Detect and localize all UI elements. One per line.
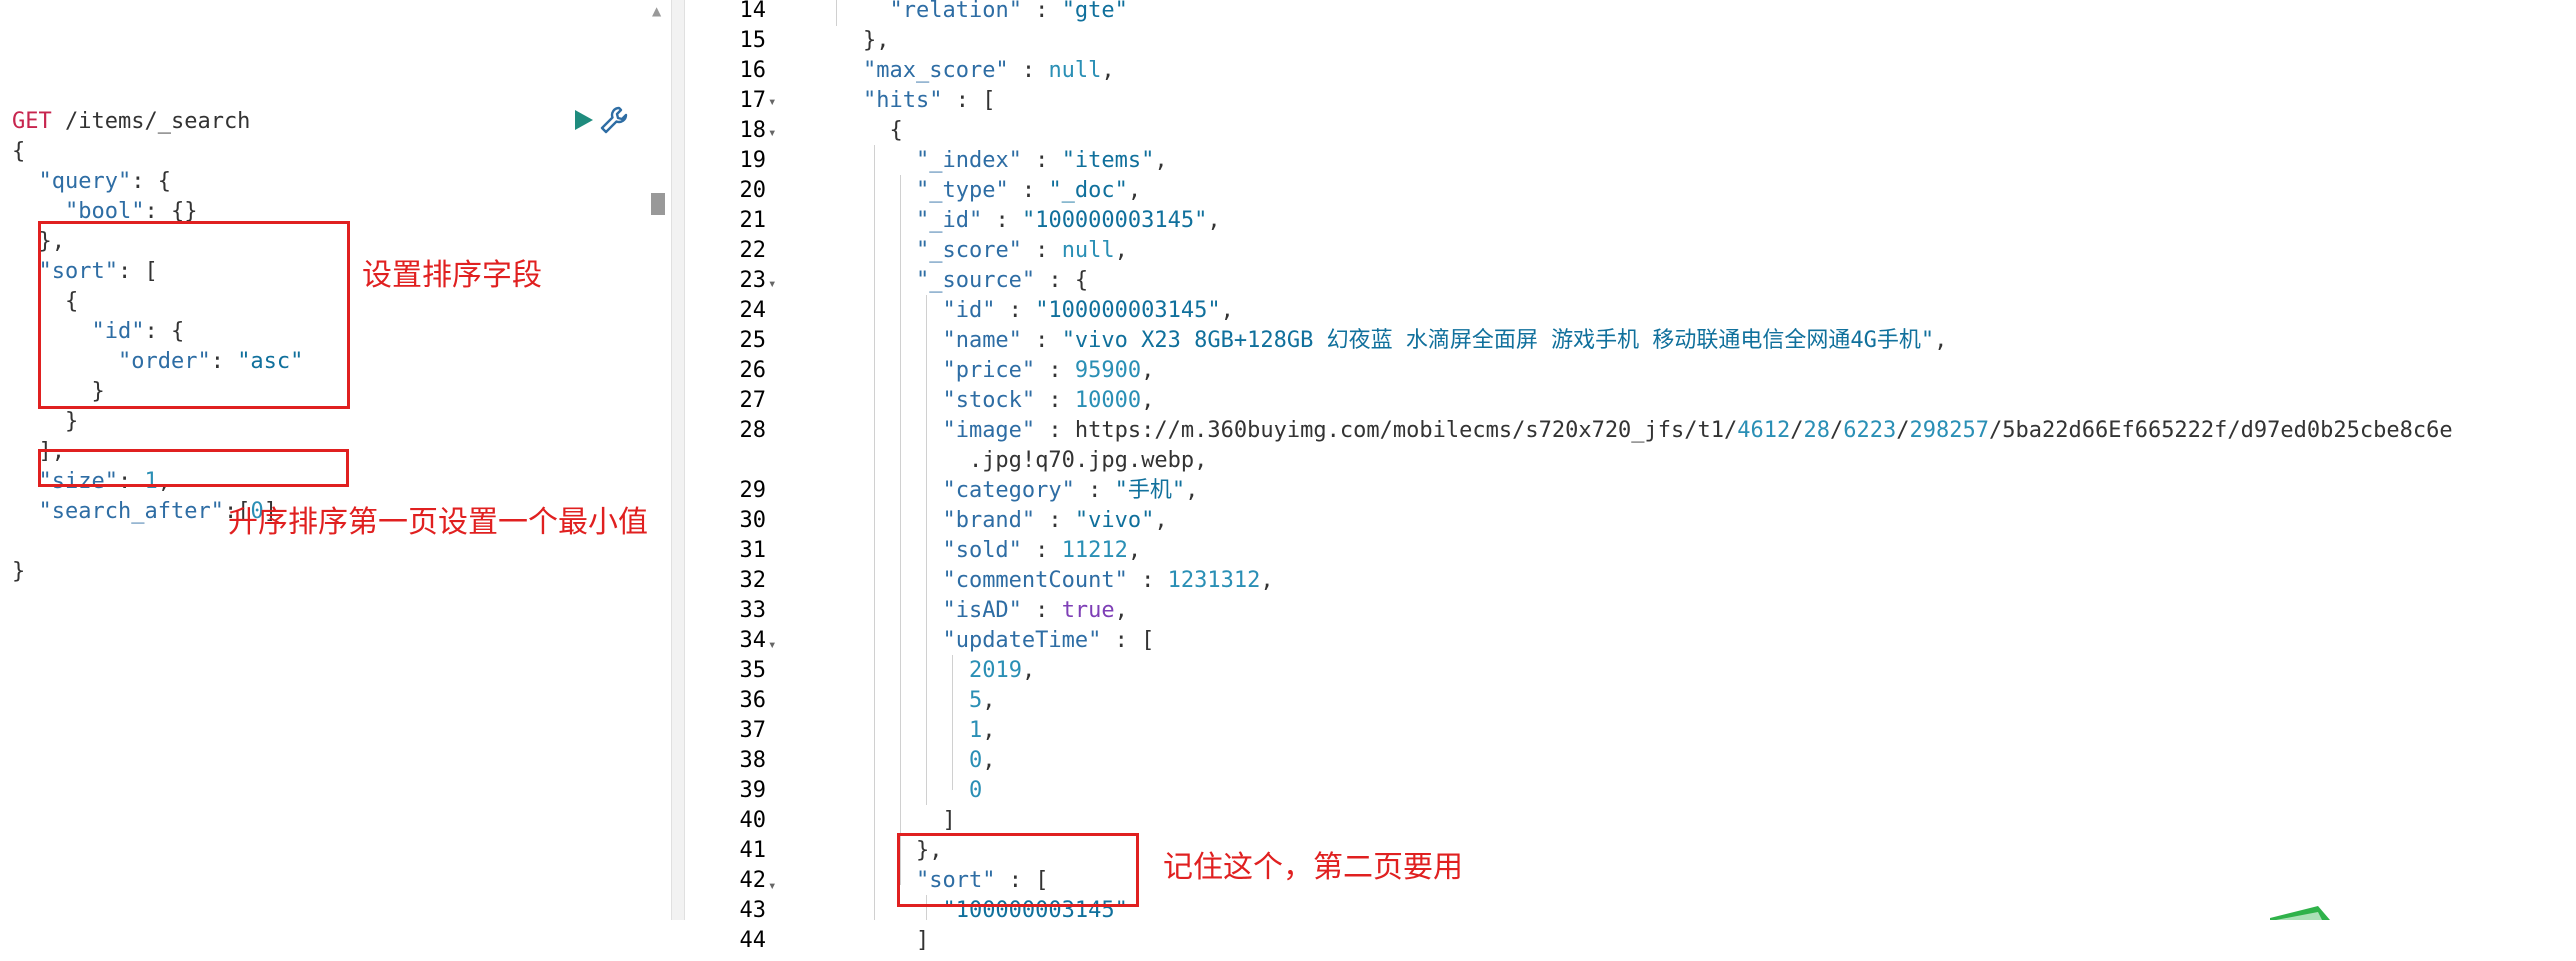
line-number: 40 (739, 808, 767, 833)
response-code-line: "brand" : "vivo", (942, 508, 1168, 533)
line-number: 14 (739, 0, 767, 23)
line-number: 28 (739, 418, 767, 443)
line-number: 31 (739, 538, 767, 563)
line-number: 25 (739, 328, 767, 353)
annotation-remember-sort: 记住这个，第二页要用 (1163, 850, 1463, 885)
line-number: 44 (739, 928, 767, 953)
line-number: 41 (739, 838, 767, 863)
response-code-line: "hits" : [ (862, 88, 996, 113)
line-number: 33 (739, 598, 767, 623)
response-code-line: 5, (968, 688, 996, 713)
line-number: 18 (739, 118, 767, 143)
line-number: 19 (739, 148, 767, 173)
request-path: /items/_search (65, 109, 251, 134)
line-number: 17 (739, 88, 767, 113)
response-code-line: "max_score" : null, (862, 58, 1115, 83)
annotation-sort-field: 设置排序字段 (362, 258, 542, 293)
line-number: 32 (739, 568, 767, 593)
response-code-line: { (810, 118, 903, 143)
response-code-line: "_index" : "items", (915, 148, 1168, 173)
line-number: 26 (739, 358, 767, 383)
response-code-line: "name" : "vivo X23 8GB+128GB 幻夜蓝 水滴屏全面屏 … (942, 328, 1948, 353)
request-code-line: } (12, 559, 26, 584)
line-number: 24 (739, 298, 767, 323)
response-code-line: "_score" : null, (915, 238, 1128, 263)
response-code-line: "image" : https://m.360buyimg.com/mobile… (942, 418, 2453, 443)
response-code-line: "sold" : 11212, (942, 538, 1142, 563)
response-code-line: ] (810, 808, 956, 833)
pane-splitter[interactable] (671, 0, 685, 920)
response-code-line: }, (810, 28, 890, 53)
left-scrollbar-thumb[interactable] (651, 193, 665, 215)
request-code-line: } (12, 409, 79, 434)
response-code-line: .jpg!q70.jpg.webp, (810, 448, 1208, 473)
sort-highlight-box (38, 221, 350, 409)
line-number: 23 (739, 268, 767, 293)
response-code-line: 0, (968, 748, 996, 773)
line-number: 21 (739, 208, 767, 233)
fold-arrow-icon[interactable]: ▾ (768, 125, 776, 141)
line-number: 15 (739, 28, 767, 53)
sort-result-highlight-box (897, 833, 1139, 907)
response-code-line: 0 (968, 778, 983, 803)
line-number: 42 (739, 868, 767, 893)
line-number: 34 (739, 628, 767, 653)
response-code-line: "updateTime" : [ (942, 628, 1155, 653)
response-code-line: 2019, (968, 658, 1036, 683)
corner-highlight-mark (2270, 906, 2330, 920)
request-code-line: "query": { (38, 169, 171, 194)
fold-arrow-icon[interactable]: ▾ (768, 276, 776, 292)
wrench-icon[interactable] (598, 104, 630, 136)
fold-arrows[interactable]: ▾ ▾ ▾ ▾ ▾ (768, 0, 778, 961)
annotation-first-page-min: 升序排序第一页设置一个最小值 (228, 505, 648, 540)
line-number: 39 (739, 778, 767, 803)
line-number: 30 (739, 508, 767, 533)
fold-arrow-icon[interactable]: ▾ (768, 878, 776, 894)
response-code-line: 1, (968, 718, 996, 743)
line-numbers: 14 15 16 17 18 19 20 21 22 23 24 25 26 2… (700, 0, 767, 956)
fold-arrow-icon[interactable]: ▾ (768, 637, 776, 653)
line-number: 37 (739, 718, 767, 743)
response-code-line: "_source" : { (915, 268, 1089, 293)
response-code-line: "category" : "手机", (942, 478, 1199, 503)
play-icon[interactable] (571, 108, 595, 132)
request-line: GET /items/_search (12, 109, 250, 134)
line-number: 27 (739, 388, 767, 413)
fold-arrow-icon[interactable]: ▾ (768, 94, 776, 110)
request-method: GET (12, 109, 52, 134)
line-number: 22 (739, 238, 767, 263)
line-number: 38 (739, 748, 767, 773)
search-after-highlight-box (38, 449, 349, 487)
request-code-line: { (12, 139, 26, 164)
response-code-line: "relation" : "gte" (889, 0, 1128, 23)
line-number: 16 (739, 58, 767, 83)
response-code-line: "isAD" : true, (942, 598, 1128, 623)
response-code-line: "id" : "100000003145", (942, 298, 1234, 323)
response-code-line: ] (810, 928, 930, 953)
line-number: 20 (739, 178, 767, 203)
line-number: 36 (739, 688, 767, 713)
response-code-line: "_type" : "_doc", (915, 178, 1142, 203)
response-code-line: "commentCount" : 1231312, (942, 568, 1274, 593)
left-scrollbar[interactable] (648, 0, 668, 920)
line-number: 35 (739, 658, 767, 683)
response-code-line: "stock" : 10000, (942, 388, 1155, 413)
line-number: 29 (739, 478, 767, 503)
line-number: 43 (739, 898, 767, 923)
scroll-up-arrow-icon[interactable]: ▲ (652, 4, 666, 18)
response-code-line: "price" : 95900, (942, 358, 1155, 383)
response-code[interactable]: "relation" : "gte" }, "max_score" : null… (810, 0, 2453, 956)
response-code-line: "_id" : "100000003145", (915, 208, 1221, 233)
